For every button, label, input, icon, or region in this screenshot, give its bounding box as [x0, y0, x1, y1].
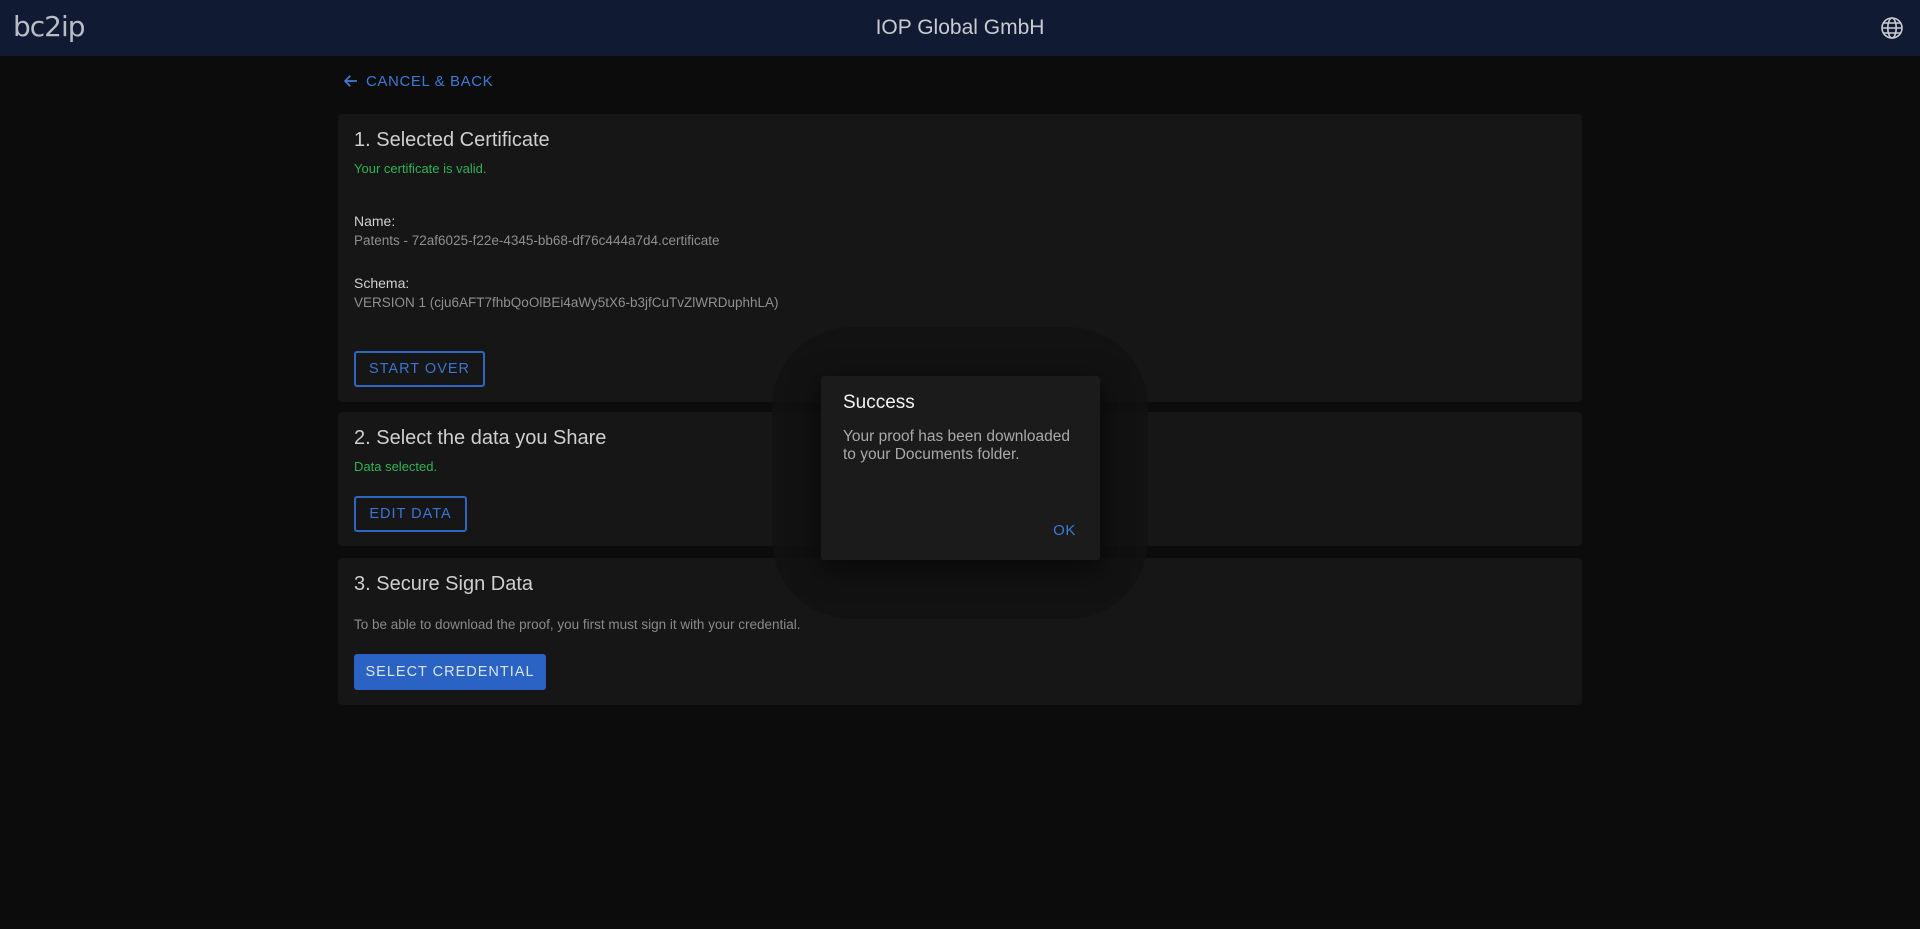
step1-title: 1. Selected Certificate	[354, 129, 550, 151]
select-credential-button[interactable]: SELECT CREDENTIAL	[354, 654, 546, 690]
app-title: IOP Global GmbH	[875, 16, 1045, 39]
name-value: Patents - 72af6025-f22e-4345-bb68-df76c4…	[354, 233, 720, 248]
certificate-status: Your certificate is valid.	[354, 161, 487, 176]
arrow-left-icon	[343, 75, 357, 87]
top-app-bar: bc2ip IOP Global GmbH	[0, 0, 1920, 56]
success-dialog: Success Your proof has been downloaded t…	[821, 376, 1100, 560]
cancel-back-label: CANCEL & BACK	[366, 72, 494, 90]
bc2ip-logo[interactable]: bc2ip	[13, 10, 86, 43]
name-label: Name:	[354, 213, 396, 229]
dialog-title: Success	[843, 392, 915, 413]
start-over-button[interactable]: START OVER	[354, 351, 485, 387]
ok-button[interactable]: OK	[1053, 522, 1076, 539]
step3-title: 3. Secure Sign Data	[354, 573, 533, 595]
data-status: Data selected.	[354, 459, 438, 474]
globe-icon[interactable]	[1880, 16, 1904, 40]
dialog-message: Your proof has been downloaded to your D…	[843, 428, 1070, 463]
edit-data-button[interactable]: EDIT DATA	[354, 496, 467, 532]
cancel-back-link[interactable]: CANCEL & BACK	[342, 72, 493, 90]
step2-title: 2. Select the data you Share	[354, 427, 607, 449]
schema-value: VERSION 1 (cju6AFT7fhbQoOlBEi4aWy5tX6-b3…	[354, 295, 779, 310]
schema-label: Schema:	[354, 275, 410, 291]
sign-description: To be able to download the proof, you fi…	[354, 617, 801, 632]
